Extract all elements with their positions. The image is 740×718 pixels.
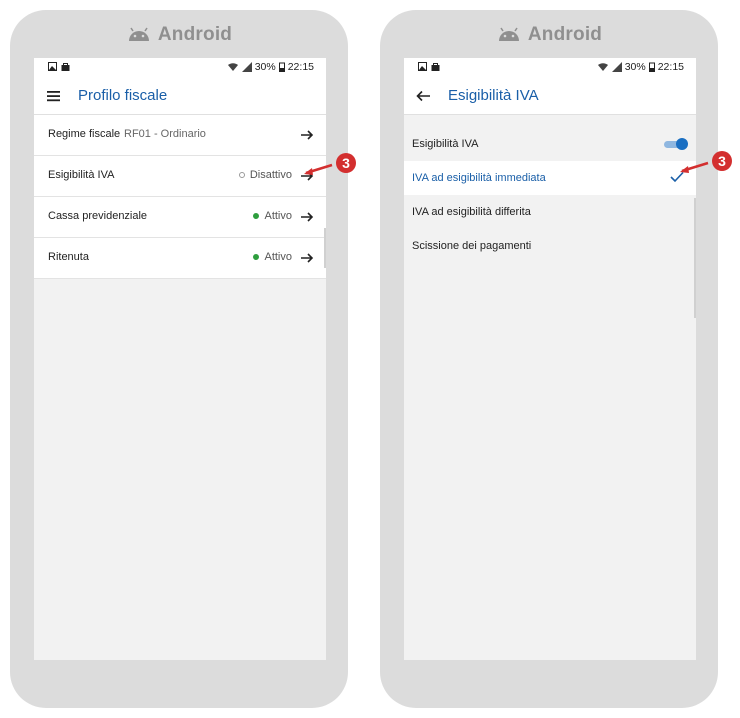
arrow-right-icon[interactable] — [300, 128, 314, 142]
arrow-right-icon[interactable] — [300, 210, 314, 224]
app-bar: Esigibilità IVA — [404, 78, 696, 115]
toggle-row[interactable]: Esigibilità IVA — [404, 127, 696, 161]
clock-text: 22:15 — [287, 61, 314, 73]
signal-icon — [241, 62, 252, 72]
toggle-label: Esigibilità IVA — [412, 138, 479, 150]
page-title: Esigibilità IVA — [448, 87, 539, 104]
gallery-icon — [48, 62, 57, 71]
battery-icon — [648, 62, 655, 72]
bag-icon — [61, 63, 70, 71]
menu-icon[interactable] — [46, 88, 62, 104]
status-bar: 30% 22:15 — [34, 58, 326, 78]
back-arrow-icon[interactable] — [416, 88, 432, 104]
battery-icon — [278, 62, 285, 72]
phone-frame-left: Android 30% 22:15 Profilo fiscale Regime… — [10, 10, 348, 708]
option-label: Scissione dei pagamenti — [412, 240, 532, 252]
option-differita[interactable]: IVA ad esigibilità differita — [404, 195, 696, 229]
phone-frame-right: Android 30% 22:15 Esigibilità IVA Esigib… — [380, 10, 718, 708]
callout-marker: 3 — [304, 153, 356, 175]
row-regime-fiscale[interactable]: Regime fiscale RF01 - Ordinario — [34, 115, 326, 156]
clock-text: 22:15 — [657, 61, 684, 73]
callout-number: 3 — [718, 153, 726, 169]
wifi-icon — [227, 63, 238, 71]
row-ritenuta[interactable]: Ritenuta Attivo — [34, 238, 326, 279]
os-label: Android — [380, 24, 718, 46]
row-esigibilita-iva[interactable]: Esigibilità IVA Disattivo — [34, 156, 326, 197]
callout-marker: 3 — [680, 151, 732, 173]
row-label: Regime fiscale — [48, 128, 121, 140]
callout-number: 3 — [342, 155, 350, 171]
page-title: Profilo fiscale — [78, 87, 168, 104]
status-badge: Attivo — [253, 251, 292, 263]
battery-text: 30% — [624, 61, 646, 73]
status-bar: 30% 22:15 — [404, 58, 696, 78]
android-icon — [128, 27, 149, 41]
row-label: Esigibilità IVA — [48, 169, 115, 181]
option-label: IVA ad esigibilità immediata — [412, 172, 546, 184]
status-dot-on — [253, 254, 260, 260]
status-badge: Disattivo — [238, 169, 292, 181]
scrollbar[interactable] — [324, 228, 326, 268]
bag-icon — [431, 63, 440, 71]
gallery-icon — [418, 62, 427, 71]
screen-esigibilita-iva: 30% 22:15 Esigibilità IVA Esigibilità IV… — [404, 58, 696, 660]
row-cassa-previdenziale[interactable]: Cassa previdenziale Attivo — [34, 197, 326, 238]
row-value: RF01 - Ordinario — [124, 128, 206, 140]
row-label: Ritenuta — [48, 251, 89, 263]
status-dot-off — [238, 172, 245, 178]
row-label: Cassa previdenziale — [48, 210, 148, 222]
wifi-icon — [597, 63, 608, 71]
battery-text: 30% — [254, 61, 276, 73]
option-immediata[interactable]: IVA ad esigibilità immediata — [404, 161, 696, 195]
status-dot-on — [253, 213, 260, 219]
android-icon — [498, 27, 519, 41]
option-label: IVA ad esigibilità differita — [412, 206, 531, 218]
screen-profilo-fiscale: 30% 22:15 Profilo fiscale Regime fiscale… — [34, 58, 326, 660]
scrollbar[interactable] — [694, 198, 696, 318]
app-bar: Profilo fiscale — [34, 78, 326, 115]
arrow-right-icon[interactable] — [300, 251, 314, 265]
os-label: Android — [10, 24, 348, 46]
status-badge: Attivo — [253, 210, 292, 222]
option-scissione[interactable]: Scissione dei pagamenti — [404, 229, 696, 263]
signal-icon — [611, 62, 622, 72]
